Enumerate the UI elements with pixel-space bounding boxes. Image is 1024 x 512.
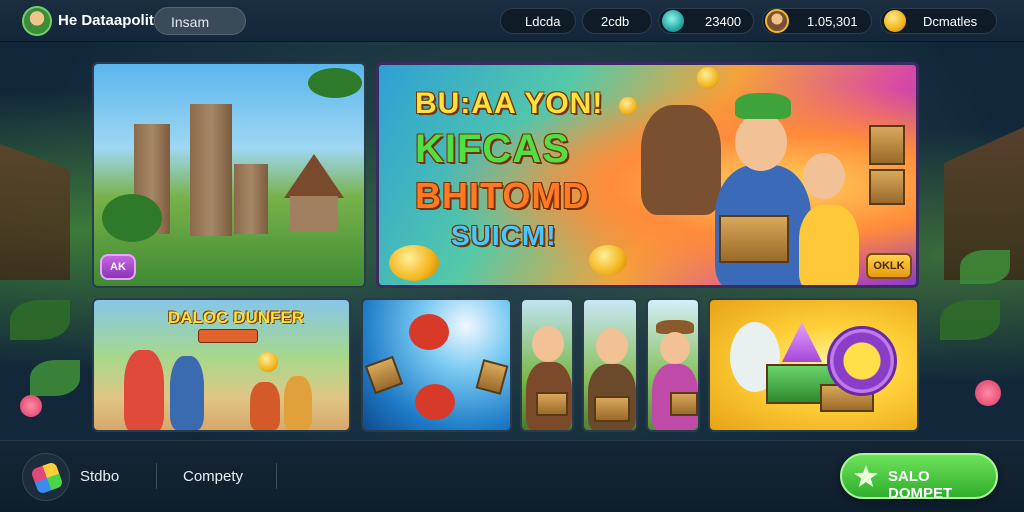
villager-character: [170, 356, 204, 430]
banner-badge[interactable]: OKLK: [866, 253, 912, 279]
stat-pill-ldcda[interactable]: Ldcda: [500, 8, 576, 34]
stat-pill-score[interactable]: 1.05,301: [762, 8, 872, 34]
stat-pill-dcmatles[interactable]: Dcmatles: [880, 8, 997, 34]
girl-head: [803, 153, 845, 199]
pirate-character: [415, 384, 455, 420]
coin-icon: [697, 67, 719, 89]
village-title: DALOC DUNFER: [168, 308, 304, 327]
house-roof: [284, 154, 344, 198]
gem-pyramid-icon: [782, 322, 822, 362]
villager-character: [284, 376, 312, 430]
coin-icon: [589, 245, 627, 275]
featured-banner[interactable]: BU:AA YON! KIFCAS BHITOMD SUICM! OKLK: [376, 62, 919, 288]
explorer-head: [596, 328, 628, 364]
app-logo-icon[interactable]: [22, 453, 70, 501]
player-avatar[interactable]: [22, 6, 52, 36]
divider: [276, 463, 277, 489]
treasure-crate: [536, 392, 568, 416]
castle-tower: [234, 164, 268, 234]
hero-hat: [735, 93, 791, 119]
explorer-head: [532, 326, 564, 362]
bush: [102, 194, 162, 242]
treasure-crate: [594, 396, 630, 422]
logo-shape: [30, 461, 64, 495]
house: [290, 196, 338, 232]
stat-pill-gems[interactable]: 23400: [658, 8, 754, 34]
treasure-crate: [364, 355, 404, 395]
stat-label: 1.05,301: [807, 14, 858, 29]
nav-item-stdbo[interactable]: Stdbo: [80, 468, 119, 485]
banner-title-line4: SUICM!: [451, 220, 557, 251]
banner-title-line2: KIFCAS: [415, 127, 570, 171]
game-card-treasure[interactable]: [708, 298, 919, 432]
explorer-character: [641, 105, 721, 215]
coin-icon: [258, 352, 278, 372]
treasure-crate: [475, 359, 509, 395]
hero-icon: [765, 9, 789, 33]
game-card-explorer-2[interactable]: [582, 298, 638, 432]
castle-tower: [190, 104, 232, 236]
coin-icon: [389, 245, 439, 281]
stat-label: Ldcda: [525, 14, 561, 29]
background-leaf: [10, 300, 70, 340]
game-card-explorer-1[interactable]: [520, 298, 574, 432]
coin-icon: [619, 97, 637, 115]
treasure-crate: [719, 215, 789, 263]
banner-title-line3: BHITOMD: [415, 175, 590, 216]
brand-title: He Dataapolita: [58, 12, 163, 29]
medallion-icon: [827, 326, 897, 396]
stat-label: 23400: [705, 14, 742, 29]
game-card-explorer-3[interactable]: [646, 298, 700, 432]
cta-label: SALO DOMPET: [888, 468, 953, 502]
bottom-bar: Stdbo Compety SALO DOMPET: [0, 440, 1024, 512]
divider: [156, 463, 157, 489]
coin-icon: [884, 10, 906, 32]
treasure-crate: [869, 125, 905, 165]
game-card-village[interactable]: DALOC DUNFER: [92, 298, 351, 432]
game-card-castle[interactable]: AK: [92, 62, 366, 288]
village-subtitle-ribbon: [198, 329, 258, 343]
gem-icon: [662, 10, 684, 32]
nav-item-compety[interactable]: Compety: [183, 468, 243, 485]
stat-label: 2cdb: [601, 14, 630, 29]
stat-label: Dcmatles: [923, 14, 978, 29]
top-bar: He Dataapolita Insam Ldcda 2cdb 23400 1.…: [0, 0, 1024, 42]
star-icon: [854, 465, 878, 487]
palm-tree: [308, 68, 362, 98]
treasure-crate: [670, 392, 698, 416]
background-leaf: [960, 250, 1010, 284]
girl-character: [799, 205, 859, 285]
game-card-ocean[interactable]: [361, 298, 512, 432]
pirate-character: [409, 314, 449, 350]
villager-character: [250, 382, 280, 430]
card-badge: AK: [100, 254, 136, 280]
primary-cta-button[interactable]: SALO DOMPET: [840, 453, 998, 502]
search-button[interactable]: Insam: [154, 7, 246, 35]
treasure-crate: [869, 169, 905, 205]
hero-head: [735, 113, 787, 171]
explorer-head: [660, 332, 690, 364]
background-leaf: [940, 300, 1000, 340]
background-leaf: [30, 360, 80, 396]
villager-character: [124, 350, 164, 430]
background-flower: [20, 395, 42, 417]
background-flower: [975, 380, 1001, 406]
stat-pill-2cdb[interactable]: 2cdb: [582, 8, 652, 34]
banner-title-line1: BU:AA YON!: [415, 87, 604, 120]
